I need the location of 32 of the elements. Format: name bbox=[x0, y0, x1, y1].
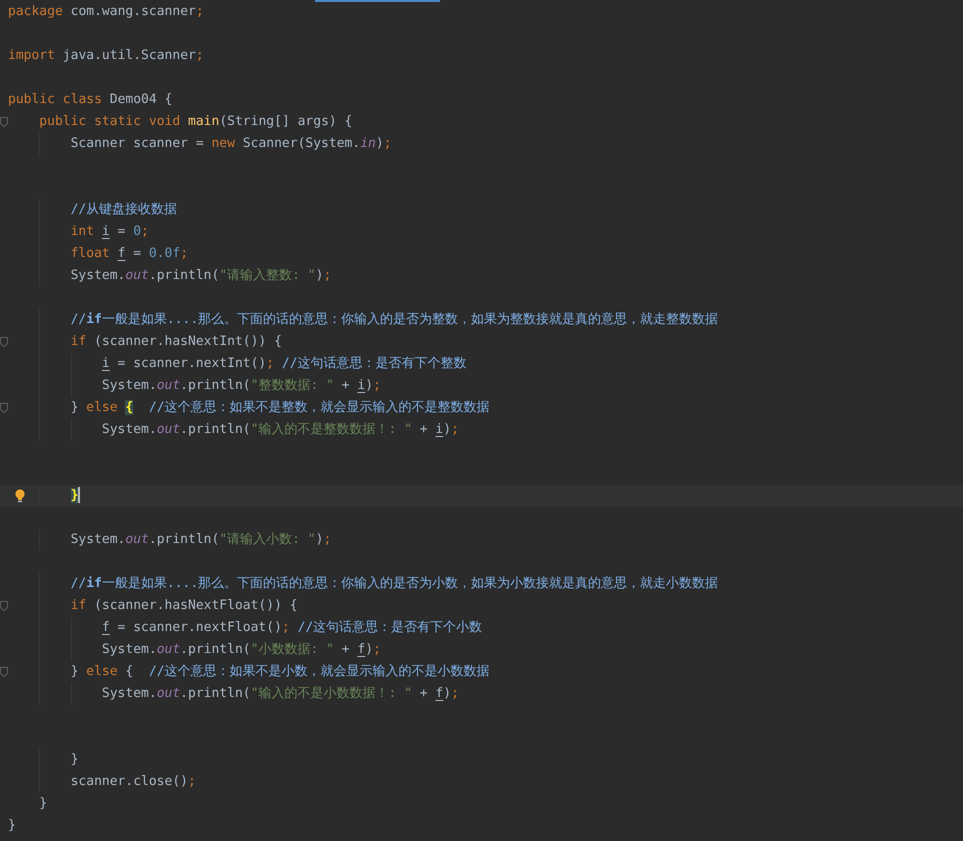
fold-icon[interactable] bbox=[0, 601, 8, 611]
code-line: if (scanner.hasNextInt()) { bbox=[70, 333, 282, 351]
code-line: public static void main(String[] args) { bbox=[39, 113, 352, 131]
fold-icon[interactable] bbox=[0, 337, 8, 347]
code-line: } else { //这个意思：如果不是整数，就会显示输入的不是整数数据 bbox=[70, 399, 490, 417]
code-line: Scanner scanner = new Scanner(System.in); bbox=[70, 135, 392, 153]
code-line: int i = 0; bbox=[70, 223, 149, 241]
code-line: //从键盘接收数据 bbox=[70, 201, 178, 219]
code-line: System.out.println("整数数据: " + i); bbox=[102, 377, 381, 395]
lightbulb-icon[interactable] bbox=[15, 489, 25, 503]
fold-icon[interactable] bbox=[0, 667, 8, 677]
code-line: System.out.println("输入的不是小数数据！: " + f); bbox=[102, 685, 459, 703]
code-line: i = scanner.nextInt(); //这句话意思：是否有下个整数 bbox=[102, 355, 467, 373]
code-line: import java.util.Scanner; bbox=[8, 47, 204, 65]
code-line: //if一般是如果....那么。下面的话的意思：你输入的是否为整数，如果为整数接就是真的意思，就走整数数据 bbox=[70, 311, 718, 329]
code-line: } bbox=[8, 817, 16, 835]
code-line: package com.wang.scanner; bbox=[8, 3, 204, 21]
code-line: } else { //这个意思：如果不是小数，就会显示输入的不是小数数据 bbox=[70, 663, 490, 681]
code-line: System.out.println("请输入整数: "); bbox=[70, 267, 332, 285]
code-line: } bbox=[70, 751, 78, 769]
code-line: //if一般是如果....那么。下面的话的意思：你输入的是否为小数，如果为小数接就是真的意思，就走小数数据 bbox=[70, 575, 718, 593]
code-line: System.out.println("请输入小数: "); bbox=[70, 531, 332, 549]
code-line: scanner.close(); bbox=[70, 773, 196, 791]
code-line: float f = 0.0f; bbox=[70, 245, 188, 263]
fold-icon[interactable] bbox=[0, 403, 8, 413]
code-line: f = scanner.nextFloat(); //这句话意思：是否有下个小数 bbox=[102, 619, 482, 637]
code-line: public class Demo04 { bbox=[8, 91, 172, 109]
code-line: System.out.println("小数数据: " + f); bbox=[102, 641, 381, 659]
fold-icon[interactable] bbox=[0, 117, 8, 127]
code-line: } bbox=[39, 795, 48, 813]
code-line: if (scanner.hasNextFloat()) { bbox=[70, 597, 298, 615]
code-line: System.out.println("输入的不是整数数据！: " + i); bbox=[102, 421, 459, 439]
